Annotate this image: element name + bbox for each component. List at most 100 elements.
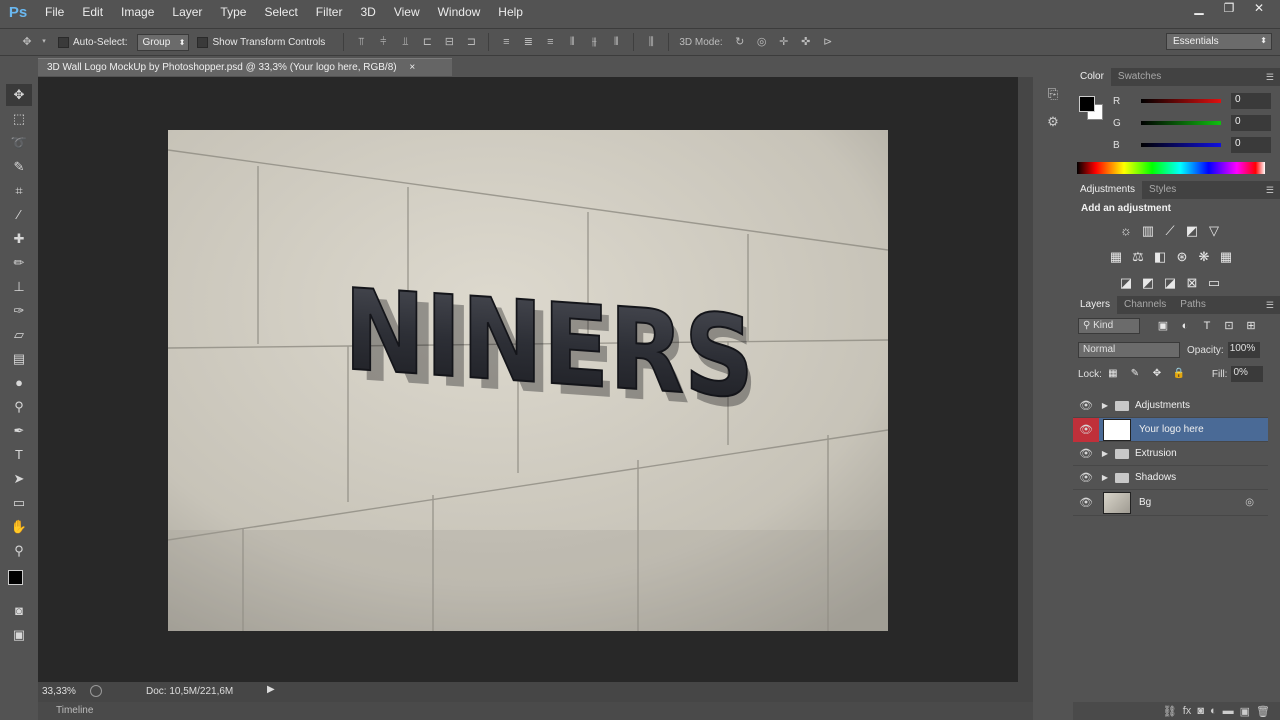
- filter-kind-dropdown[interactable]: ⚲ Kind: [1078, 318, 1140, 334]
- menu-view[interactable]: View: [385, 0, 429, 24]
- panel-menu-icon[interactable]: ☰: [1266, 185, 1274, 196]
- opacity-field[interactable]: 100%: [1227, 342, 1260, 358]
- threshold-icon[interactable]: ◪: [1159, 274, 1181, 292]
- green-value[interactable]: 0: [1231, 115, 1271, 131]
- menu-layer[interactable]: Layer: [163, 0, 211, 24]
- healing-brush-tool-icon[interactable]: ✚: [6, 228, 32, 250]
- align-top-icon[interactable]: ⫪: [352, 34, 370, 50]
- color-swatches[interactable]: [6, 564, 32, 598]
- type-tool-icon[interactable]: T: [6, 444, 32, 466]
- tab-styles[interactable]: Styles: [1142, 181, 1183, 199]
- move-tool-icon[interactable]: ✥: [18, 34, 36, 50]
- gradient-map-icon[interactable]: ▭: [1203, 274, 1225, 292]
- red-slider[interactable]: [1141, 99, 1221, 103]
- marquee-tool-icon[interactable]: ⬚: [6, 108, 32, 130]
- eyedropper-tool-icon[interactable]: ⁄: [6, 204, 32, 226]
- history-brush-tool-icon[interactable]: ✑: [6, 300, 32, 322]
- zoom-tool-icon[interactable]: ⚲: [6, 540, 32, 562]
- filter-smart-object-icon[interactable]: ⊞: [1240, 317, 1262, 335]
- auto-align-icon[interactable]: ⫼: [642, 34, 660, 50]
- tab-swatches[interactable]: Swatches: [1111, 68, 1168, 86]
- hand-tool-icon[interactable]: ✋: [6, 516, 32, 538]
- distribute-left-icon[interactable]: ⫴: [563, 34, 581, 50]
- 3d-scale-icon[interactable]: ⊳: [819, 34, 837, 50]
- quick-mask-icon[interactable]: ◙: [6, 600, 32, 622]
- filter-pixel-icon[interactable]: ▣: [1152, 317, 1174, 335]
- tab-adjustments[interactable]: Adjustments: [1073, 181, 1143, 199]
- dodge-tool-icon[interactable]: ⚲: [6, 396, 32, 418]
- menu-window[interactable]: Window: [429, 0, 490, 24]
- link-layers-icon[interactable]: ⛓: [1163, 705, 1177, 718]
- menu-image[interactable]: Image: [112, 0, 163, 24]
- screen-mode-icon[interactable]: ▣: [6, 624, 32, 646]
- align-vcenter-icon[interactable]: ⫩: [374, 34, 392, 50]
- status-info-icon[interactable]: [90, 685, 102, 697]
- lock-transparent-icon[interactable]: ▦: [1102, 365, 1124, 383]
- distribute-vcenter-icon[interactable]: ≣: [519, 34, 537, 50]
- blue-value[interactable]: 0: [1231, 137, 1271, 153]
- 3d-drag-icon[interactable]: ✛: [775, 34, 793, 50]
- posterize-icon[interactable]: ◩: [1137, 274, 1159, 292]
- zoom-level[interactable]: 33,33%: [42, 686, 76, 697]
- gradient-tool-icon[interactable]: ▤: [6, 348, 32, 370]
- status-menu-arrow-icon[interactable]: ▶: [267, 684, 275, 695]
- vibrance-icon[interactable]: ▽: [1203, 222, 1225, 240]
- brush-tool-icon[interactable]: ✏: [6, 252, 32, 274]
- layer-shadows[interactable]: 👁 ▶ Shadows: [1073, 466, 1268, 490]
- fx-icon[interactable]: fx: [1183, 705, 1192, 717]
- align-bottom-icon[interactable]: ⫫: [396, 34, 414, 50]
- tab-channels[interactable]: Channels: [1117, 296, 1173, 314]
- expand-arrow-icon[interactable]: ▶: [1099, 473, 1111, 482]
- levels-icon[interactable]: ▥: [1137, 222, 1159, 240]
- blend-mode-dropdown[interactable]: Normal: [1078, 342, 1180, 358]
- align-left-icon[interactable]: ⊏: [418, 34, 436, 50]
- menu-filter[interactable]: Filter: [307, 0, 352, 24]
- document-tab[interactable]: 3D Wall Logo MockUp by Photoshopper.psd …: [38, 58, 452, 76]
- menu-file[interactable]: File: [36, 0, 73, 24]
- crop-tool-icon[interactable]: ⌗: [6, 180, 32, 202]
- channel-mixer-icon[interactable]: ❋: [1193, 248, 1215, 266]
- restore-button[interactable]: ❐: [1214, 0, 1244, 18]
- layer-bg[interactable]: 👁 Bg ◎: [1073, 490, 1268, 516]
- tab-paths[interactable]: Paths: [1173, 296, 1213, 314]
- 3d-rotate-icon[interactable]: ↻: [731, 34, 749, 50]
- invert-icon[interactable]: ◪: [1115, 274, 1137, 292]
- hue-saturation-icon[interactable]: ▦: [1105, 248, 1127, 266]
- 3d-slide-icon[interactable]: ✜: [797, 34, 815, 50]
- filter-type-icon[interactable]: T: [1196, 317, 1218, 335]
- selective-color-icon[interactable]: ⊠: [1181, 274, 1203, 292]
- auto-select-checkbox[interactable]: [58, 36, 69, 48]
- shape-tool-icon[interactable]: ▭: [6, 492, 32, 514]
- curves-icon[interactable]: ⟋: [1159, 222, 1181, 240]
- fill-field[interactable]: 0%: [1231, 366, 1264, 382]
- expand-arrow-icon[interactable]: ▶: [1099, 401, 1111, 410]
- document-canvas[interactable]: NINERS NINERS: [168, 130, 888, 631]
- menu-type[interactable]: Type: [211, 0, 255, 24]
- black-white-icon[interactable]: ◧: [1149, 248, 1171, 266]
- menu-3d[interactable]: 3D: [351, 0, 384, 24]
- photo-filter-icon[interactable]: ⊛: [1171, 248, 1193, 266]
- tool-preset-chevron-icon[interactable]: ▾: [40, 34, 48, 50]
- layer-extrusion[interactable]: 👁 ▶ Extrusion: [1073, 442, 1268, 466]
- distribute-bottom-icon[interactable]: ≡: [541, 34, 559, 50]
- align-right-icon[interactable]: ⊐: [462, 34, 480, 50]
- color-lookup-icon[interactable]: ▦: [1215, 248, 1237, 266]
- eraser-tool-icon[interactable]: ▱: [6, 324, 32, 346]
- visibility-eye-icon[interactable]: 👁: [1073, 471, 1099, 484]
- pen-tool-icon[interactable]: ✒: [6, 420, 32, 442]
- lock-position-icon[interactable]: ✥: [1146, 365, 1168, 383]
- trash-icon[interactable]: 🗑: [1256, 705, 1270, 718]
- path-select-tool-icon[interactable]: ➤: [6, 468, 32, 490]
- lasso-tool-icon[interactable]: ➰: [6, 132, 32, 154]
- layer-effects-icon[interactable]: ◎: [1245, 497, 1254, 508]
- color-spectrum-ramp[interactable]: [1077, 162, 1265, 174]
- visibility-eye-icon[interactable]: 👁: [1073, 417, 1099, 442]
- menu-select[interactable]: Select: [255, 0, 306, 24]
- distribute-right-icon[interactable]: ⫴: [607, 34, 625, 50]
- document-close-icon[interactable]: ×: [409, 62, 415, 73]
- history-panel-icon[interactable]: ⎘: [1040, 82, 1066, 106]
- exposure-icon[interactable]: ◩: [1181, 222, 1203, 240]
- workspace-switcher[interactable]: Essentials: [1166, 33, 1272, 50]
- lock-image-icon[interactable]: ✎: [1124, 365, 1146, 383]
- move-tool-icon[interactable]: ✥: [6, 84, 32, 106]
